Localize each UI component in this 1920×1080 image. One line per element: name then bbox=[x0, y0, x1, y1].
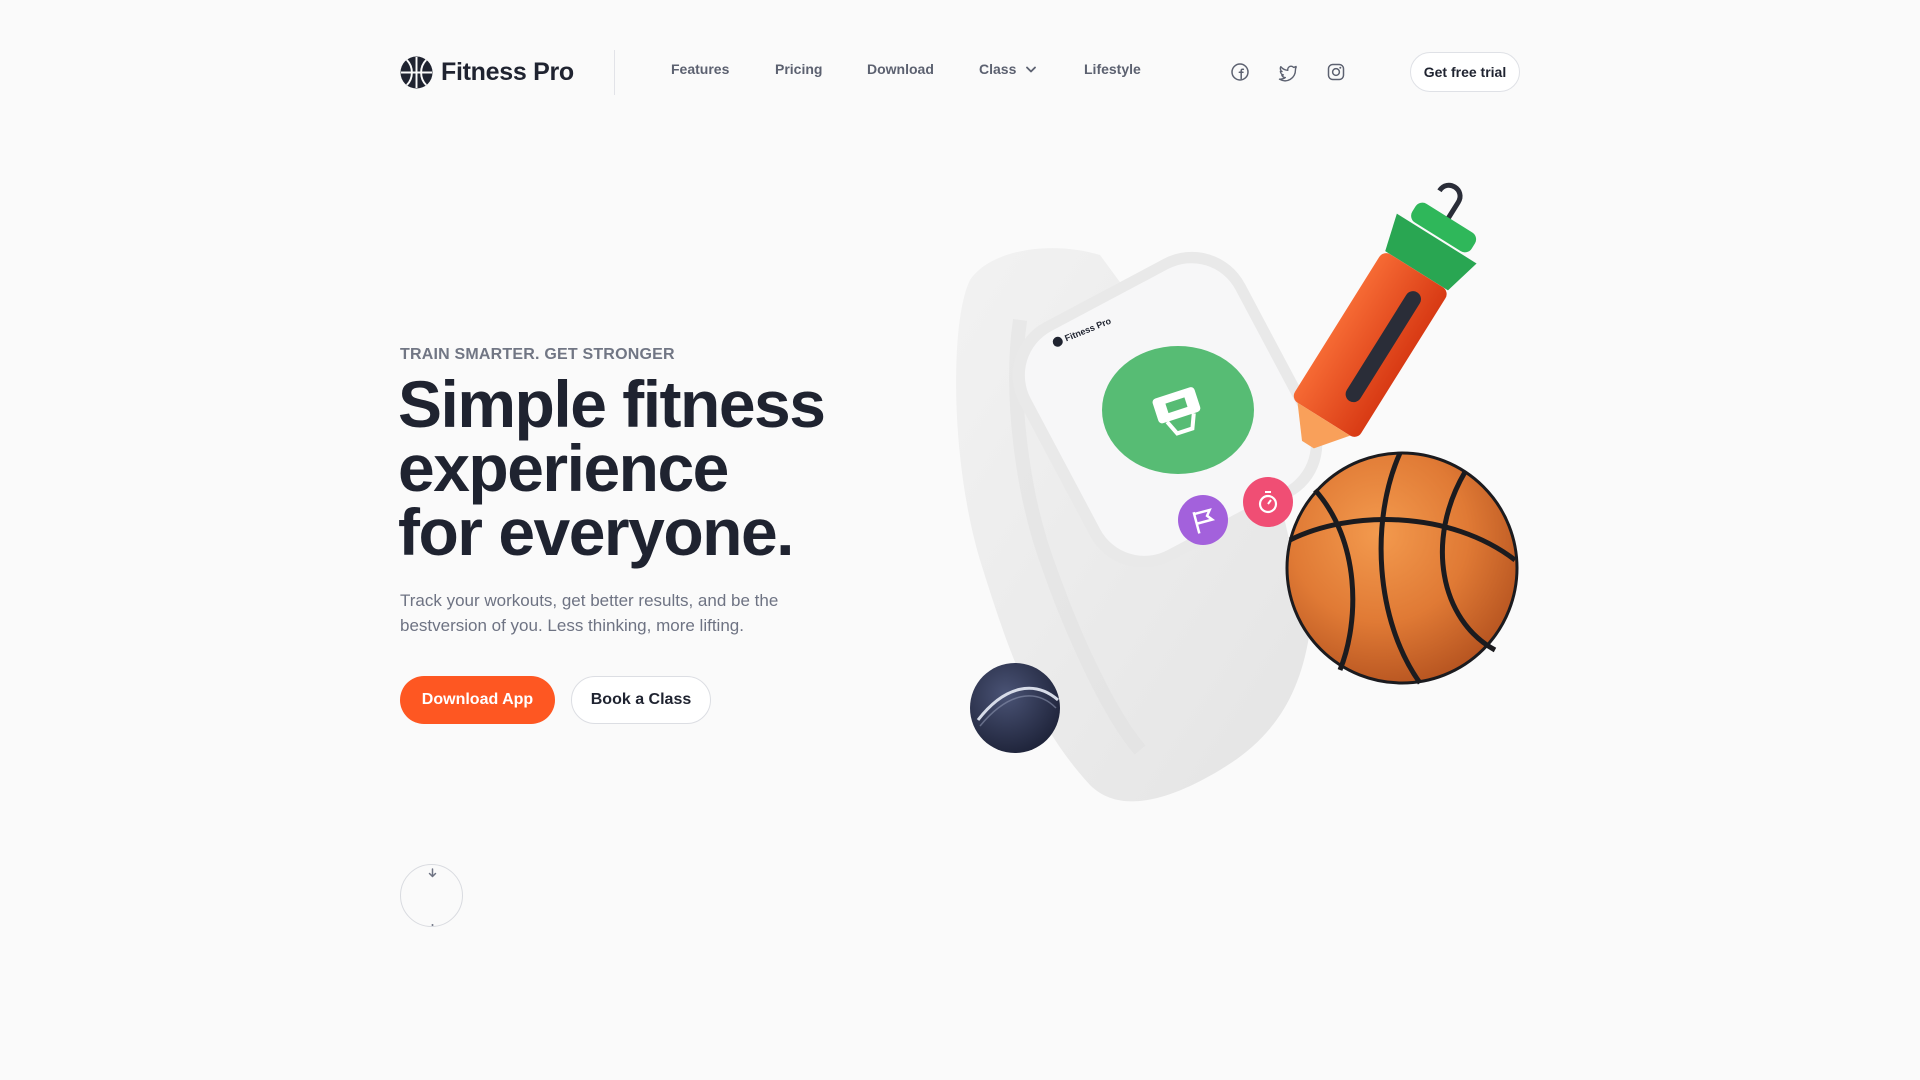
nav-item-download[interactable]: Download bbox=[867, 61, 934, 77]
headline-line: experience bbox=[398, 431, 729, 505]
site-header: Fitness Pro Features Pricing Download Cl… bbox=[0, 0, 1920, 144]
headline-line: for everyone. bbox=[398, 495, 795, 569]
basketball-logo-icon bbox=[400, 55, 433, 89]
hero-subtext: Track your workouts, get better results,… bbox=[400, 591, 779, 635]
hero-eyebrow: TRAIN SMARTER. GET STRONGER bbox=[400, 346, 675, 363]
brand-name: Fitness Pro bbox=[441, 57, 574, 86]
twitter-icon[interactable] bbox=[1278, 62, 1298, 82]
scroll-down-button[interactable] bbox=[400, 864, 463, 927]
nav-item-features[interactable]: Features bbox=[671, 61, 729, 77]
shaker-bottle bbox=[1293, 182, 1477, 449]
header-divider bbox=[614, 50, 615, 95]
download-app-button[interactable]: Download App bbox=[400, 676, 555, 724]
book-a-class-button[interactable]: Book a Class bbox=[571, 676, 711, 724]
get-free-trial-button[interactable]: Get free trial bbox=[1410, 52, 1520, 92]
watch-flag-button bbox=[1178, 495, 1228, 545]
watch-timer-button bbox=[1243, 477, 1293, 527]
nav-item-label: Download bbox=[867, 61, 934, 77]
instagram-icon[interactable] bbox=[1326, 62, 1346, 82]
nav-item-label: Lifestyle bbox=[1084, 61, 1141, 77]
headline-line: Simple fitness bbox=[398, 367, 826, 441]
brand-logo[interactable]: Fitness Pro bbox=[400, 55, 574, 89]
nav-item-label: Features bbox=[671, 61, 730, 77]
arrow-down-icon bbox=[428, 868, 437, 926]
nav-item-pricing[interactable]: Pricing bbox=[775, 61, 822, 77]
basketball bbox=[1285, 451, 1519, 685]
hero-headline: Simple fitness experience for everyone. bbox=[398, 367, 918, 569]
tennis-ball bbox=[970, 663, 1060, 753]
facebook-icon[interactable] bbox=[1230, 62, 1250, 82]
hero-illustration: Fitness Pro bbox=[956, 182, 1519, 802]
nav-item-label: Class bbox=[979, 61, 1017, 77]
nav-item-class[interactable]: Class bbox=[979, 61, 1037, 77]
chevron-down-icon bbox=[1026, 66, 1037, 72]
nav-item-lifestyle[interactable]: Lifestyle bbox=[1084, 61, 1141, 77]
nav-item-label: Pricing bbox=[775, 61, 823, 77]
